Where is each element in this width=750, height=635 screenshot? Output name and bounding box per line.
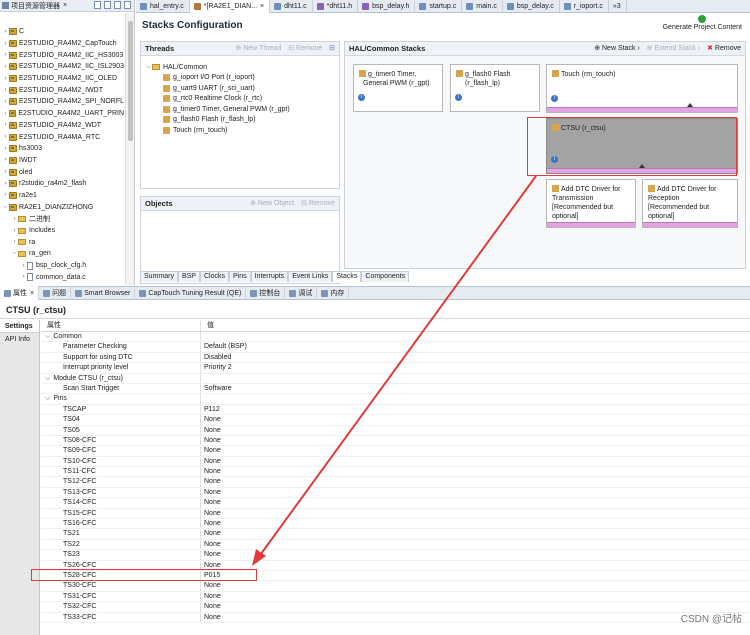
watermark: CSDN @记帖 <box>680 614 742 625</box>
annotation-arrow <box>252 175 537 566</box>
